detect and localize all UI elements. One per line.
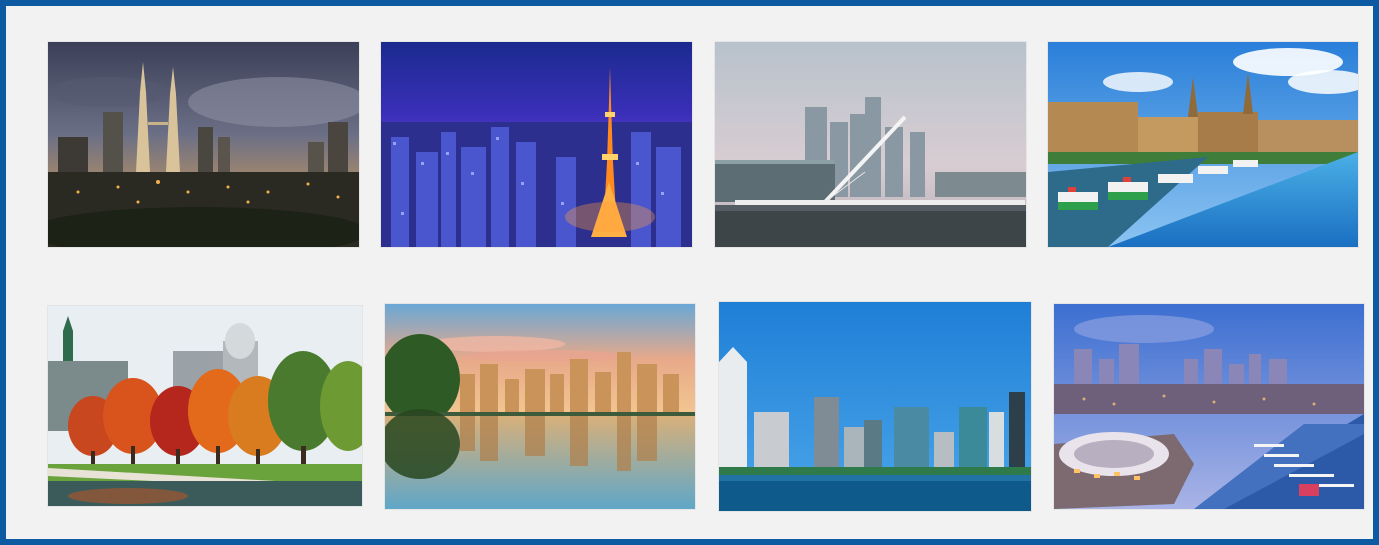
gallery-tile-1[interactable] (48, 42, 359, 247)
tokyo-tower-night-image (381, 42, 692, 247)
gallery-tile-8[interactable] (1054, 304, 1364, 509)
montreal-autumn-park-image (48, 306, 362, 506)
gallery-tile-5[interactable] (48, 306, 362, 506)
gallery-tile-6[interactable] (385, 304, 695, 509)
seattle-harbor-aerial-image (1054, 304, 1364, 509)
vancouver-skyline-reflection-image (385, 304, 695, 509)
kuala-lumpur-skyline-dusk-image (48, 42, 359, 247)
gallery-tile-7[interactable] (719, 302, 1031, 511)
gallery-tile-4[interactable] (1048, 42, 1358, 247)
gallery-tile-3[interactable] (715, 42, 1026, 247)
san-diego-waterfront-skyline-image (719, 302, 1031, 511)
gallery-tile-2[interactable] (381, 42, 692, 247)
gallery-frame (0, 0, 1379, 545)
dresden-riverfront-image (1048, 42, 1358, 247)
buenos-aires-puerto-madero-bridge-image (715, 42, 1026, 247)
